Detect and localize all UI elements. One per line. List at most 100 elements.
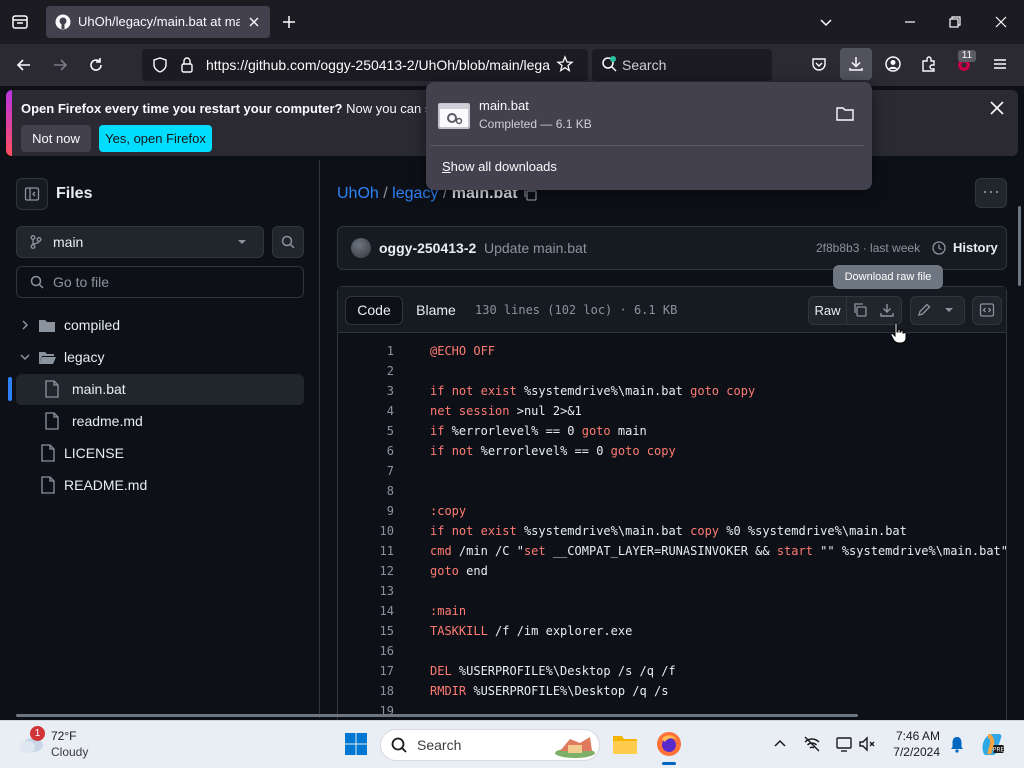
line-number[interactable]: 11 [338, 541, 394, 561]
line-number[interactable]: 3 [338, 381, 394, 401]
search-highlight-icon[interactable] [552, 731, 598, 759]
line-number[interactable]: 7 [338, 461, 394, 481]
weather-description[interactable]: Cloudy [51, 745, 88, 759]
symbols-icon [979, 302, 995, 318]
firefox-taskbar-icon[interactable] [656, 731, 682, 757]
edit-pencil-icon[interactable] [916, 302, 932, 318]
chevron-down-icon[interactable] [19, 351, 31, 363]
notification-bell-icon[interactable] [948, 735, 966, 753]
more-options-button[interactable]: ··· [975, 178, 1007, 208]
weather-temperature[interactable]: 72°F [51, 729, 76, 743]
line-number[interactable]: 8 [338, 481, 394, 501]
commit-message[interactable]: Update main.bat [484, 240, 587, 256]
line-number[interactable]: 18 [338, 681, 394, 701]
volume-muted-icon[interactable] [858, 735, 876, 753]
line-number[interactable]: 13 [338, 581, 394, 601]
bookmark-star-icon[interactable] [556, 55, 574, 73]
search-bar[interactable] [592, 49, 772, 81]
tracking-protection-icon[interactable] [151, 56, 169, 74]
download-file-name[interactable]: main.bat [479, 98, 529, 113]
line-number[interactable]: 19 [338, 701, 394, 721]
code-keyword: goto [430, 564, 459, 578]
line-number[interactable]: 1 [338, 341, 394, 361]
line-content: net session >nul 2>&1 [430, 404, 582, 418]
vertical-scrollbar[interactable] [1018, 206, 1021, 286]
close-notification-icon[interactable] [988, 99, 1006, 117]
folder-open-icon [38, 349, 56, 365]
not-now-button[interactable]: Not now [21, 125, 91, 152]
reload-icon[interactable] [86, 55, 106, 75]
line-number[interactable]: 10 [338, 521, 394, 541]
line-number[interactable]: 14 [338, 601, 394, 621]
list-all-tabs-icon[interactable] [818, 14, 834, 30]
copy-raw-icon[interactable] [852, 302, 868, 318]
line-number[interactable]: 17 [338, 661, 394, 681]
line-number[interactable]: 16 [338, 641, 394, 661]
tree-item-legacy[interactable]: legacy [64, 349, 104, 365]
code-keyword: if [430, 524, 445, 538]
download-raw-tooltip: Download raw file [833, 265, 943, 289]
line-number[interactable]: 9 [338, 501, 394, 521]
close-window-icon[interactable] [993, 14, 1009, 30]
tab-overview-icon[interactable] [10, 12, 30, 32]
edit-dropdown-caret-icon[interactable] [944, 306, 954, 314]
show-hidden-icons-chevron-icon[interactable] [773, 737, 787, 751]
back-icon[interactable] [14, 55, 34, 75]
pocket-icon[interactable] [810, 55, 828, 73]
sidebar-collapse-icon [24, 186, 40, 202]
line-number[interactable]: 6 [338, 441, 394, 461]
minimize-icon[interactable] [902, 14, 918, 30]
extensions-icon[interactable] [920, 55, 938, 73]
tree-item-readme-lower[interactable]: readme.md [72, 413, 143, 429]
line-number[interactable]: 12 [338, 561, 394, 581]
clock-date[interactable]: 7/2/2024 [880, 745, 940, 759]
copilot-icon[interactable]: PRE [979, 731, 1005, 757]
show-all-downloads-button[interactable]: Show all downloads [442, 159, 557, 174]
line-number[interactable]: 5 [338, 421, 394, 441]
url-text[interactable]: https://github.com/oggy-250413-2/UhOh/bl… [206, 57, 550, 73]
svg-text:PRE: PRE [993, 747, 1005, 754]
file-icon [40, 476, 56, 494]
code-keyword: set [523, 544, 546, 558]
download-icon [847, 55, 865, 73]
chevron-right-icon[interactable] [19, 319, 31, 331]
network-disabled-icon[interactable] [803, 735, 821, 753]
line-content: if not exist %systemdrive%\main.bat goto… [430, 384, 756, 398]
tree-item-compiled[interactable]: compiled [64, 317, 120, 333]
menu-icon[interactable] [991, 55, 1009, 73]
line-number[interactable]: 15 [338, 621, 394, 641]
yes-open-firefox-button[interactable]: Yes, open Firefox [99, 125, 212, 152]
forward-icon[interactable] [50, 55, 70, 75]
line-number[interactable]: 4 [338, 401, 394, 421]
restore-icon[interactable] [947, 14, 963, 30]
taskbar-search-icon [390, 736, 408, 754]
close-tab-icon[interactable] [246, 14, 262, 30]
code-tab[interactable]: Code [345, 296, 403, 325]
download-raw-icon[interactable] [879, 302, 895, 318]
breadcrumb-repo-link[interactable]: UhOh [337, 185, 379, 202]
new-tab-icon[interactable] [281, 14, 297, 30]
weather-alert-badge: 1 [30, 726, 45, 741]
avatar[interactable] [351, 238, 371, 258]
history-button[interactable]: History [953, 240, 998, 255]
commit-author[interactable]: oggy-250413-2 [379, 240, 476, 256]
account-icon[interactable] [884, 55, 902, 73]
raw-button[interactable]: Raw [809, 296, 847, 325]
commit-meta[interactable]: 2f8b8b3 · last week [816, 241, 920, 255]
go-to-file-placeholder: Go to file [53, 274, 110, 290]
horizontal-scrollbar[interactable] [16, 714, 858, 717]
tree-item-main-bat[interactable]: main.bat [72, 381, 126, 397]
display-icon[interactable] [835, 735, 853, 753]
search-engine-icon[interactable] [600, 55, 618, 73]
code-line: 19 [338, 701, 1006, 721]
blame-tab[interactable]: Blame [408, 296, 464, 325]
tree-item-license[interactable]: LICENSE [64, 445, 124, 461]
tree-item-readme[interactable]: README.md [64, 477, 147, 493]
clock-time[interactable]: 7:46 AM [880, 729, 940, 743]
go-to-file-search-icon [29, 274, 45, 290]
lock-icon[interactable] [179, 56, 195, 74]
line-number[interactable]: 2 [338, 361, 394, 381]
open-folder-icon[interactable] [836, 106, 854, 122]
windows-start-icon[interactable] [344, 732, 368, 756]
file-explorer-icon[interactable] [612, 732, 638, 756]
